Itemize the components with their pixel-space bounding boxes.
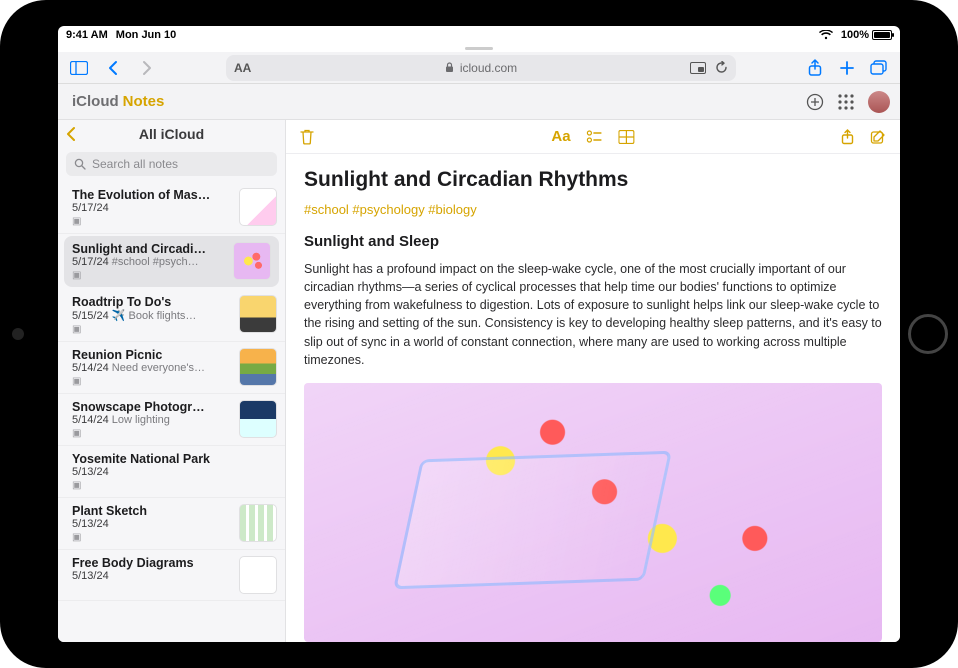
list-item[interactable]: The Evolution of Mas… 5/17/24 ▣ — [58, 182, 285, 234]
new-circle-icon[interactable] — [806, 93, 824, 111]
icloud-header: iCloud Notes — [58, 84, 900, 120]
notes-sidebar: All iCloud Search all notes The Evolutio… — [58, 120, 286, 642]
reader-aa-icon[interactable]: AA — [234, 61, 251, 75]
list-item[interactable]: Free Body Diagrams 5/13/24 — [58, 550, 285, 601]
brand[interactable]: iCloud Notes — [68, 93, 164, 110]
list-item-title: Reunion Picnic — [72, 348, 231, 362]
folder-icon: ▣ — [72, 376, 231, 387]
sidebar-title: All iCloud — [66, 126, 277, 142]
multitask-grabber[interactable] — [58, 44, 900, 52]
search-input[interactable]: Search all notes — [66, 152, 277, 176]
list-item-title: Roadtrip To Do's — [72, 295, 231, 309]
list-item-thumb — [239, 556, 277, 594]
address-bar[interactable]: AA icloud.com — [226, 55, 736, 81]
list-item[interactable]: Snowscape Photogr… 5/14/24 Low lighting … — [58, 394, 285, 446]
folder-icon: ▣ — [72, 532, 231, 543]
note-heading: Sunlight and Sleep — [304, 233, 882, 250]
ipad-frame: 9:41 AM Mon Jun 10 100% — [0, 0, 958, 668]
list-item-thumb — [239, 504, 277, 542]
list-item-thumb — [233, 242, 271, 280]
compose-icon[interactable] — [870, 129, 886, 145]
home-button[interactable] — [908, 314, 948, 354]
brand-prefix: iCloud — [72, 93, 119, 110]
list-item-thumb — [239, 400, 277, 438]
folder-icon: ▣ — [72, 216, 231, 227]
brand-app: Notes — [123, 93, 165, 110]
note-paragraph: Sunlight has a profound impact on the sl… — [304, 260, 882, 369]
battery-indicator: 100% — [841, 29, 892, 41]
notes-list: The Evolution of Mas… 5/17/24 ▣ Sunlight… — [58, 182, 285, 642]
list-item-title: Yosemite National Park — [72, 452, 277, 466]
list-item[interactable]: Yosemite National Park 5/13/24 ▣ — [58, 446, 285, 498]
list-item-title: The Evolution of Mas… — [72, 188, 231, 202]
table-icon[interactable] — [619, 130, 635, 144]
reload-icon[interactable] — [715, 61, 728, 74]
forward-button — [132, 55, 162, 81]
url-host: icloud.com — [460, 61, 517, 75]
list-item-thumb — [239, 188, 277, 226]
status-bar: 9:41 AM Mon Jun 10 100% — [58, 26, 900, 44]
note-title: Sunlight and Circadian Rhythms — [304, 168, 882, 192]
status-time: 9:41 AM — [66, 29, 108, 41]
pip-icon[interactable] — [690, 62, 706, 74]
list-item-thumb — [239, 348, 277, 386]
note-toolbar: Aa — [286, 120, 900, 154]
new-tab-icon[interactable] — [832, 55, 862, 81]
list-item-title: Plant Sketch — [72, 504, 231, 518]
list-item[interactable]: Plant Sketch 5/13/24 ▣ — [58, 498, 285, 550]
tabs-icon[interactable] — [864, 55, 894, 81]
safari-toolbar: AA icloud.com — [58, 52, 900, 84]
note-body[interactable]: Sunlight and Circadian Rhythms #school #… — [286, 154, 900, 642]
folder-icon: ▣ — [72, 480, 277, 491]
share-icon[interactable] — [800, 55, 830, 81]
apps-grid-icon[interactable] — [838, 94, 854, 110]
avatar[interactable] — [868, 91, 890, 113]
back-button[interactable] — [98, 55, 128, 81]
note-image[interactable] — [304, 383, 882, 642]
list-item[interactable]: Reunion Picnic 5/14/24 Need everyone's… … — [58, 342, 285, 394]
folder-icon: ▣ — [72, 428, 231, 439]
screen: 9:41 AM Mon Jun 10 100% — [58, 26, 900, 642]
folder-icon: ▣ — [72, 324, 231, 335]
list-item-title: Sunlight and Circadi… — [72, 242, 225, 256]
front-camera — [12, 328, 24, 340]
trash-icon[interactable] — [300, 129, 314, 145]
sidebar-toggle-icon[interactable] — [64, 55, 94, 81]
folder-icon: ▣ — [72, 270, 225, 281]
sidebar-back-icon[interactable] — [66, 126, 76, 142]
status-date: Mon Jun 10 — [116, 29, 177, 41]
list-item[interactable]: Roadtrip To Do's 5/15/24 ✈️ Book flights… — [58, 289, 285, 342]
search-placeholder: Search all notes — [92, 157, 178, 171]
list-item[interactable]: Sunlight and Circadi… 5/17/24 #school #p… — [64, 236, 279, 287]
checklist-icon[interactable] — [587, 130, 603, 144]
lock-icon — [445, 62, 454, 73]
note-share-icon[interactable] — [841, 129, 854, 145]
list-item-title: Snowscape Photogr… — [72, 400, 231, 414]
list-item-thumb — [239, 295, 277, 333]
wifi-icon — [819, 30, 833, 40]
format-aa-icon[interactable]: Aa — [551, 128, 570, 145]
list-item-title: Free Body Diagrams — [72, 556, 231, 570]
search-icon — [74, 158, 86, 170]
note-content: Aa — [286, 120, 900, 642]
note-tags[interactable]: #school #psychology #biology — [304, 202, 882, 217]
